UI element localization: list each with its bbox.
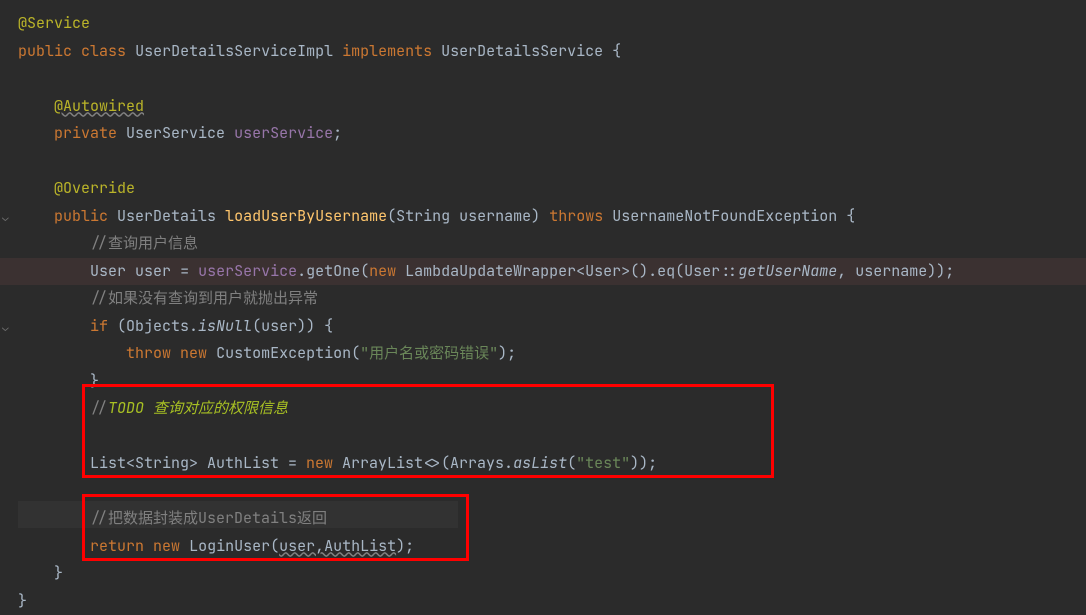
type-user: User bbox=[90, 261, 126, 281]
comment-not-found: //如果没有查询到用户就抛出异常 bbox=[90, 288, 318, 308]
dot: . bbox=[297, 261, 306, 281]
brace: { bbox=[837, 206, 855, 226]
code-editor[interactable]: @Service public class UserDetailsService… bbox=[0, 0, 1086, 615]
list-decl: List<String> AuthList = bbox=[90, 453, 306, 473]
keyword-public: public bbox=[54, 206, 108, 226]
fold-marker-method[interactable]: ⌄ bbox=[2, 208, 9, 228]
equals: = bbox=[171, 261, 198, 281]
cond-open: (Objects. bbox=[108, 316, 198, 336]
string-error-msg: "用户名或密码错误" bbox=[360, 343, 498, 363]
method-aslist: asList bbox=[513, 453, 567, 473]
paren: ) bbox=[531, 206, 540, 226]
arraylist: ArrayList<>(Arrays. bbox=[333, 453, 513, 473]
param-name: username bbox=[459, 206, 531, 226]
brace: { bbox=[603, 41, 621, 61]
class-name: UserDetailsServiceImpl bbox=[135, 41, 333, 61]
method-getone: getOne bbox=[306, 261, 360, 281]
method-ref: getUserName bbox=[738, 261, 837, 281]
keyword-new: new bbox=[369, 261, 396, 281]
fold-marker-if[interactable]: ⌄ bbox=[2, 318, 9, 338]
paren: ( bbox=[387, 206, 396, 226]
var-user: user bbox=[135, 261, 171, 281]
close: )); bbox=[630, 453, 657, 473]
close: ); bbox=[498, 343, 516, 363]
comment-return: //把数据封装成UserDetails返回 bbox=[90, 508, 327, 528]
comment-query-user: //查询用户信息 bbox=[90, 233, 198, 253]
return-type: UserDetails bbox=[117, 206, 216, 226]
keyword-throws: throws bbox=[549, 206, 603, 226]
gutter: ⌄ ⌄ bbox=[0, 0, 18, 611]
keyword-throw: throw bbox=[126, 343, 171, 363]
keyword-new: new bbox=[180, 343, 207, 363]
annotation-override: @Override bbox=[54, 178, 135, 198]
tail: , username)); bbox=[837, 261, 954, 281]
todo-comment: TODO 查询对应的权限信息 bbox=[108, 398, 288, 418]
keyword-private: private bbox=[54, 123, 117, 143]
exception-ctor: CustomException( bbox=[207, 343, 360, 363]
paren: ( bbox=[360, 261, 369, 281]
wrapper-expr: LambdaUpdateWrapper<User>().eq(User bbox=[396, 261, 720, 281]
brace: } bbox=[18, 591, 27, 611]
method-isnull: isNull bbox=[198, 316, 252, 336]
close: ); bbox=[396, 536, 414, 556]
brace: } bbox=[54, 563, 63, 583]
keyword-implements: implements bbox=[342, 41, 432, 61]
method-name: loadUserByUsername bbox=[225, 206, 387, 226]
semicolon: ; bbox=[333, 123, 342, 143]
type-userservice: UserService bbox=[126, 123, 225, 143]
comment-slash: // bbox=[90, 398, 108, 418]
param-type: String bbox=[396, 206, 450, 226]
field-userservice: userService bbox=[234, 123, 333, 143]
cond-close: (user)) { bbox=[252, 316, 333, 336]
interface-name: UserDetailsService bbox=[441, 41, 603, 61]
keyword-new: new bbox=[306, 453, 333, 473]
method-ref-colons: :: bbox=[720, 261, 738, 281]
brace: } bbox=[90, 371, 99, 391]
keyword-new: new bbox=[153, 536, 180, 556]
keyword-if: if bbox=[90, 316, 108, 336]
paren: ( bbox=[567, 453, 576, 473]
field-ref: userService bbox=[198, 261, 297, 281]
annotation-service: @Service bbox=[18, 13, 90, 33]
keyword-return: return bbox=[90, 536, 144, 556]
annotation-autowired: @Autowired bbox=[54, 96, 144, 116]
keyword-public: public bbox=[18, 41, 72, 61]
args-squiggle: user,AuthList bbox=[279, 536, 396, 556]
exception-type: UsernameNotFoundException bbox=[612, 206, 837, 226]
string-test: "test" bbox=[576, 453, 630, 473]
keyword-class: class bbox=[81, 41, 126, 61]
loginuser-ctor: LoginUser( bbox=[180, 536, 279, 556]
